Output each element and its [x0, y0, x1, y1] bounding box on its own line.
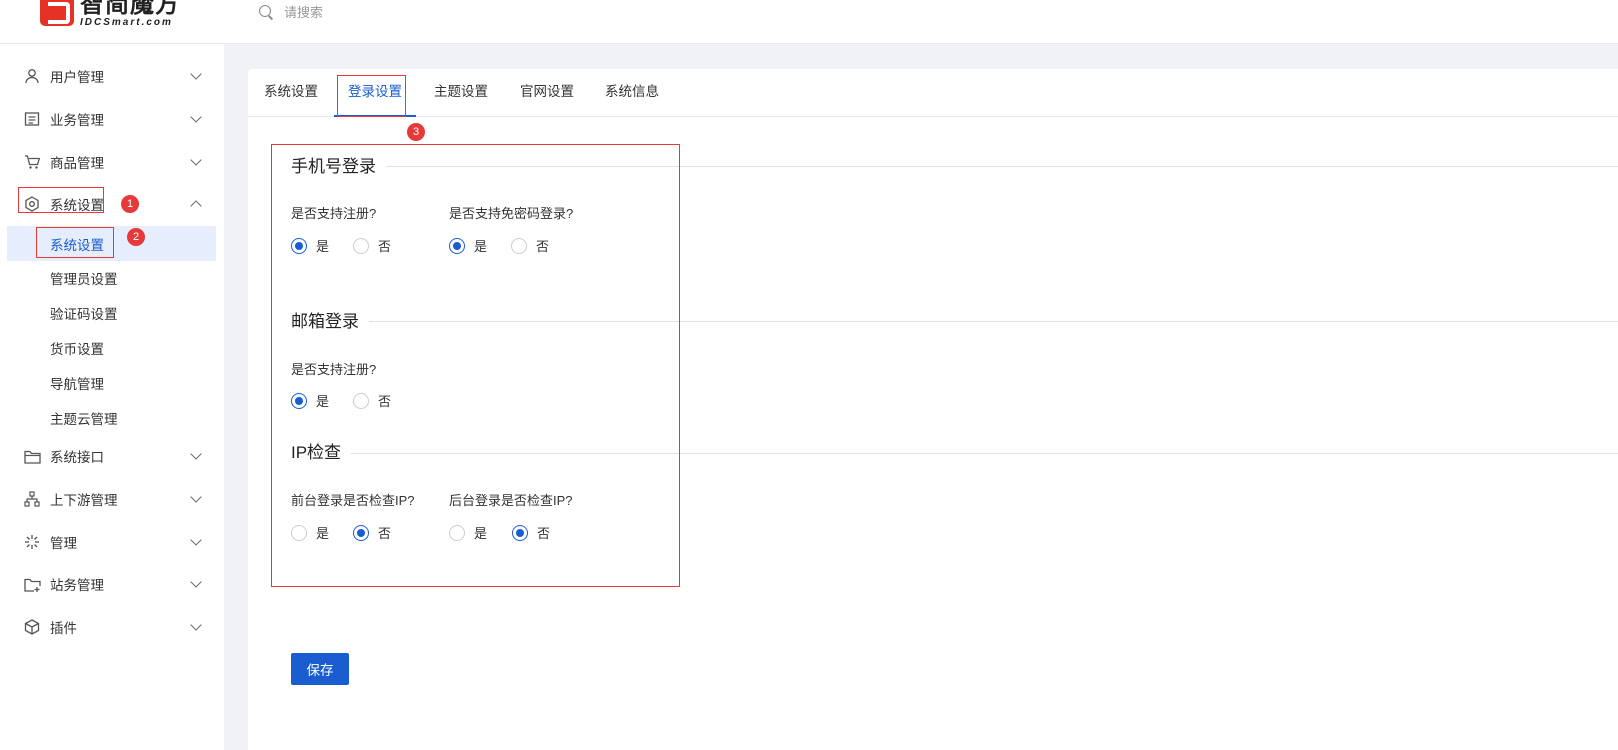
cart-icon	[23, 153, 41, 171]
hierarchy-icon	[23, 490, 41, 508]
top-bar: 智简魔方 IDCSmart.com	[0, 0, 1618, 44]
logo-text-cn: 智简魔方	[80, 0, 180, 18]
tab-website-settings[interactable]: 官网设置	[520, 69, 574, 117]
logo-text-en: IDCSmart.com	[80, 17, 173, 28]
annotation-box-1	[18, 187, 104, 213]
chevron-down-icon	[190, 111, 202, 123]
chevron-down-icon	[190, 448, 202, 460]
annotation-badge-1: 1	[121, 195, 139, 213]
sidebar-item-users[interactable]: 用户管理	[0, 56, 224, 96]
sidebar-subitem-navigation[interactable]: 导航管理	[0, 365, 224, 400]
sidebar-item-products[interactable]: 商品管理	[0, 142, 224, 182]
tab-system-settings[interactable]: 系统设置	[264, 69, 318, 117]
cube-icon	[23, 618, 41, 636]
logo-mark-icon	[40, 0, 74, 26]
tab-bar: 系统设置 登录设置 主题设置 官网设置 系统信息	[248, 69, 1618, 117]
sidebar-subitem-captcha-settings[interactable]: 验证码设置	[0, 295, 224, 330]
document-icon	[23, 110, 41, 128]
sidebar-subitem-theme-cloud[interactable]: 主题云管理	[0, 400, 224, 435]
annotation-box-3	[337, 75, 406, 117]
sidebar-subitem-admin-settings[interactable]: 管理员设置	[0, 260, 224, 295]
folder-plus-icon	[23, 575, 41, 593]
sidebar-item-system-api[interactable]: 系统接口	[0, 436, 224, 476]
search-bar	[258, 4, 484, 20]
tab-system-info[interactable]: 系统信息	[605, 69, 659, 117]
folder-icon	[23, 447, 41, 465]
sidebar-item-plugins[interactable]: 插件	[0, 607, 224, 647]
sidebar-item-upstream[interactable]: 上下游管理	[0, 479, 224, 519]
chevron-down-icon	[190, 154, 202, 166]
sidebar-item-business[interactable]: 业务管理	[0, 99, 224, 139]
sidebar: 用户管理 业务管理 商品管理 系统设置 系统设置 管理员设置 验证码设置 货币设…	[0, 44, 224, 750]
search-icon	[258, 4, 274, 20]
sidebar-item-manage[interactable]: 管理	[0, 522, 224, 562]
logo[interactable]: 智简魔方 IDCSmart.com	[40, 0, 180, 28]
annotation-badge-2: 2	[127, 228, 145, 246]
annotation-box-2	[36, 227, 114, 258]
annotation-box-form	[271, 144, 680, 587]
chevron-down-icon	[190, 576, 202, 588]
chevron-up-icon	[190, 200, 202, 212]
user-icon	[23, 67, 41, 85]
tab-theme-settings[interactable]: 主题设置	[434, 69, 488, 117]
chevron-down-icon	[190, 534, 202, 546]
sidebar-item-site-affairs[interactable]: 站务管理	[0, 564, 224, 604]
chevron-down-icon	[190, 619, 202, 631]
save-button[interactable]: 保存	[291, 653, 349, 685]
chevron-down-icon	[190, 491, 202, 503]
chevron-down-icon	[190, 68, 202, 80]
search-input[interactable]	[284, 4, 484, 20]
sidebar-subitem-currency-settings[interactable]: 货币设置	[0, 330, 224, 365]
burst-icon	[23, 533, 41, 551]
annotation-badge-3: 3	[407, 123, 425, 141]
